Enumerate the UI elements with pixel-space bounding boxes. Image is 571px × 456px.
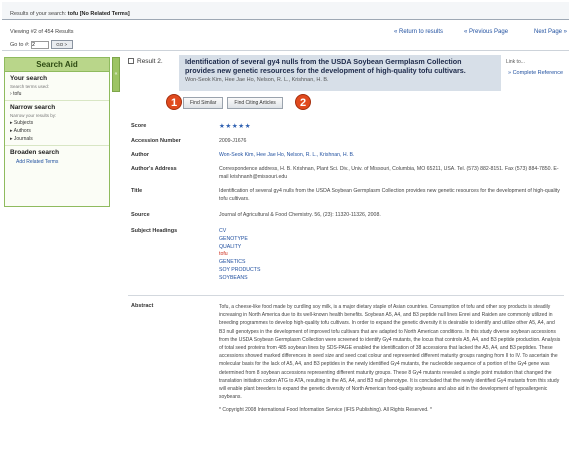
return-to-results-link[interactable]: « Return to results [394, 29, 443, 35]
abstract-label: Abstract [131, 303, 154, 309]
search-term: tofu [13, 91, 22, 97]
broaden-search-heading: Broaden search [10, 149, 60, 156]
facet-subjects[interactable]: ▸ Subjects [10, 120, 104, 126]
search-aid-panel: Search Aid Your search Search terms used… [4, 57, 110, 207]
abstract-block: Tofu, a cheese-like food made by curdlin… [219, 303, 561, 415]
address-value: Correspondence address, H. B. Krishnan, … [219, 166, 559, 180]
find-similar-button[interactable]: Find Similar [183, 97, 224, 109]
score-stars: ★★★★★ [219, 123, 252, 130]
complete-reference-link[interactable]: » Complete Reference [508, 70, 563, 76]
previous-page-link[interactable]: « Previous Page [464, 29, 508, 35]
result-authors: Won-Seok Kim, Hee Jae Ho, Nelson, R. L.,… [185, 77, 329, 83]
narrow-search-heading: Narrow search [10, 104, 56, 111]
accession-value: 2009-J1676 [219, 138, 247, 144]
goto-label: Go to #: [10, 41, 30, 48]
facet-journals-label: Journals [13, 136, 33, 142]
title-label: Title [131, 188, 143, 194]
facet-journals[interactable]: ▸ Journals [10, 136, 104, 142]
title-value: Identification of several gy4 nulls from… [219, 188, 560, 202]
source-value: Journal of Agricultural & Food Chemistry… [219, 212, 381, 218]
find-citing-articles-button[interactable]: Find Citing Articles [227, 97, 283, 109]
result-actions: Find Similar Find Citing Articles [183, 97, 287, 109]
results-prefix: Results of your search: [10, 11, 67, 17]
search-aid-title: Search Aid [5, 58, 109, 72]
result-checkbox[interactable] [128, 58, 134, 65]
facet-authors-label: Authors [13, 128, 31, 134]
viewing-count: Viewing #2 of 454 Results [10, 29, 74, 35]
your-search-heading: Your search [10, 75, 48, 82]
broaden-search-section: Broaden search Add Related Terms [5, 146, 109, 168]
abstract-text: Tofu, a cheese-like food made by curdlin… [219, 304, 561, 401]
author-links[interactable]: Won-Seok Kim, Hee Jae Ho, Nelson, R. L.,… [219, 152, 561, 160]
author-label: Author [131, 152, 150, 158]
accession-label: Accession Number [131, 138, 181, 144]
goto-control: Go to #: GO > [10, 40, 73, 49]
narrow-search-section: Narrow search Narrow your results by: ▸ … [5, 101, 109, 146]
subject-link[interactable]: CV [219, 228, 561, 236]
subject-link[interactable]: SOY PRODUCTS [219, 267, 561, 275]
subject-list: CV GENOTYPE QUALITY tofu GENETICS SOY PR… [219, 228, 561, 283]
goto-input[interactable] [31, 40, 50, 49]
result-title[interactable]: Identification of several gy4 nulls from… [185, 57, 485, 76]
facet-authors[interactable]: ▸ Authors [10, 128, 104, 134]
collapse-sidebar-tab[interactable]: « [112, 57, 120, 92]
subject-link[interactable]: GENOTYPE [219, 236, 561, 244]
subject-link[interactable]: SOYBEANS [219, 275, 561, 283]
copyright-text: * Copyright 2008 International Food Info… [219, 407, 432, 414]
subject-headings-label: Subject Headings [131, 228, 178, 234]
facet-subjects-label: Subjects [13, 120, 34, 126]
subject-link[interactable]: GENETICS [219, 259, 561, 267]
results-header-bar: Results of your search: tofu [No Related… [2, 2, 569, 20]
results-summary: Results of your search: tofu [No Related… [10, 11, 130, 17]
address-label: Author's Address [131, 166, 177, 172]
your-search-section: Your search Search terms used: › tofu [5, 72, 109, 101]
narrow-hint: Narrow your results by: [10, 113, 57, 118]
link-to-label: Link to... [506, 59, 525, 65]
next-page-link[interactable]: Next Page » [534, 29, 567, 35]
callout-marker-1: 1 [166, 94, 182, 110]
result-number: Result 2. [137, 58, 163, 65]
search-term-item: › tofu [10, 91, 22, 97]
source-label: Source [131, 212, 150, 218]
results-query: tofu [No Related Terms] [67, 11, 130, 17]
subject-link[interactable]: QUALITY [219, 244, 561, 252]
subject-link[interactable]: tofu [219, 251, 561, 259]
goto-button[interactable]: GO > [50, 40, 73, 49]
add-related-terms-link[interactable]: Add Related Terms [10, 159, 104, 165]
result-header: Identification of several gy4 nulls from… [179, 55, 501, 91]
section-divider [128, 295, 564, 296]
result-navigation: Viewing #2 of 454 Results Go to #: GO > … [2, 21, 569, 51]
score-label: Score [131, 123, 147, 129]
result-selector: Result 2. [128, 58, 163, 65]
search-terms-used-label: Search terms used: [10, 84, 50, 89]
callout-marker-2: 2 [295, 94, 311, 110]
